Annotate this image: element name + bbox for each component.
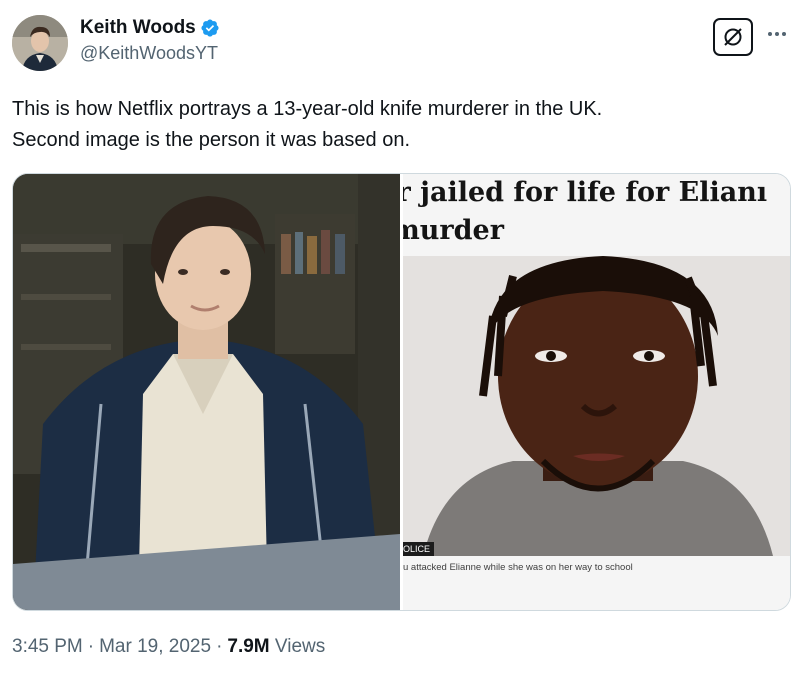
meta-separator: ·: [87, 636, 95, 657]
netflix-still-image: [13, 174, 400, 610]
author-handle[interactable]: @KeithWoodsYT: [80, 43, 220, 64]
tweet-timestamp-date[interactable]: Mar 19, 2025: [99, 636, 211, 658]
photo-source-label: OLICE: [403, 542, 435, 556]
tweet-timestamp-time[interactable]: 3:45 PM: [12, 636, 83, 658]
grok-button[interactable]: [713, 18, 753, 56]
author-name[interactable]: Keith Woods: [80, 17, 196, 39]
more-dots-icon: [768, 32, 772, 36]
media-image-left[interactable]: [13, 174, 400, 610]
tweet-text-line: Second image is the person it was based …: [12, 129, 411, 151]
photo-caption: u attacked Elianne while she was on her …: [403, 562, 633, 573]
views-group[interactable]: 7.9M Views: [227, 636, 325, 658]
headline-line: ager jailed for life for Elianı: [403, 177, 768, 208]
mugshot-photo: [403, 256, 790, 556]
tweet-text: This is how Netflix portrays a 13-year-o…: [12, 94, 792, 156]
avatar-image: [12, 15, 68, 71]
views-label: Views: [274, 636, 326, 657]
meta-separator: ·: [216, 636, 223, 657]
author-avatar[interactable]: [12, 15, 68, 71]
author-block: Keith Woods @KeithWoodsYT: [80, 17, 220, 64]
tweet-media: ager jailed for life for Elianı ım murde…: [12, 173, 791, 611]
headline-line: ım murder: [403, 215, 504, 246]
views-count: 7.9M: [227, 636, 270, 657]
article-headline: ager jailed for life for Elianı ım murde…: [403, 174, 790, 250]
more-options-button[interactable]: [764, 24, 790, 44]
tweet-meta: 3:45 PM · Mar 19, 2025 · 7.9M Views: [12, 636, 325, 658]
media-image-right[interactable]: ager jailed for life for Elianı ım murde…: [403, 174, 790, 610]
grok-icon: [724, 28, 742, 46]
verified-badge-icon: [201, 19, 219, 37]
mugshot-image: [403, 256, 790, 556]
tweet-text-line: This is how Netflix portrays a 13-year-o…: [12, 98, 603, 120]
